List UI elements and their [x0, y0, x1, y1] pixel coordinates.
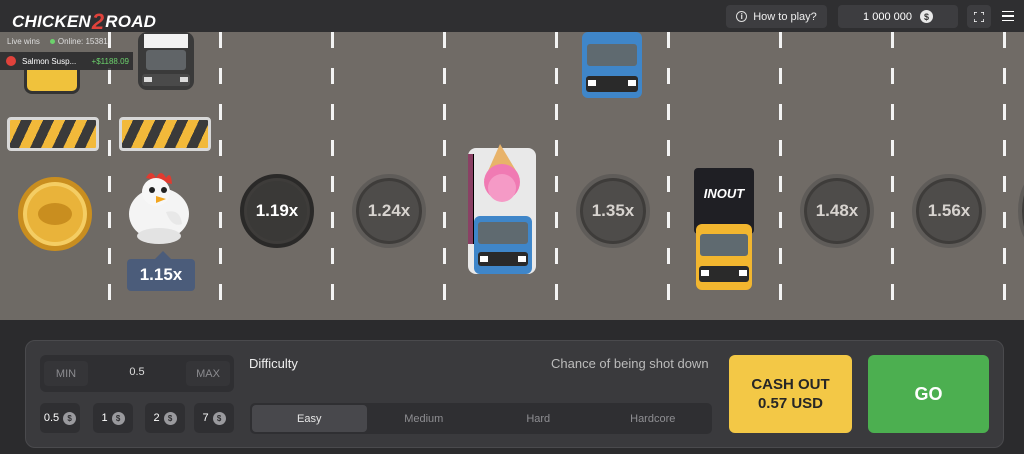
ice-cream-truck-icon [468, 144, 536, 274]
blue-truck-icon [582, 32, 642, 98]
lane-divider [443, 32, 446, 320]
quick-bet-button[interactable]: 7 $ [194, 403, 234, 433]
lane-divider [331, 32, 334, 320]
menu-icon-line [1002, 15, 1014, 17]
info-icon: i [736, 11, 748, 22]
fullscreen-icon [974, 11, 984, 22]
live-win-entry: Salmon Susp... +$1188.09 [0, 52, 133, 70]
live-wins-label: Live wins [7, 36, 40, 46]
menu-icon-line [1002, 10, 1014, 13]
difficulty-selector: Easy Medium Hard Hardcore [250, 403, 712, 434]
lane-divider [779, 32, 782, 320]
winner-name: Salmon Susp... [22, 56, 77, 66]
delivery-truck-icon: INOUT [694, 168, 754, 290]
game-logo: CHICKEN2ROAD [12, 9, 157, 34]
lane-divider [891, 32, 894, 320]
quick-bet-button[interactable]: 2 $ [145, 403, 185, 433]
road-barrier [119, 117, 211, 151]
dollar-coin-icon: $ [212, 411, 226, 425]
bet-amount-field[interactable]: MIN 0.5 MAX [40, 355, 234, 392]
menu-button[interactable] [999, 7, 1017, 25]
dollar-coin-icon: $ [919, 10, 933, 23]
cash-out-amount: 0.57 USD [757, 395, 824, 412]
online-dot-icon [49, 38, 55, 44]
dollar-coin-icon: $ [63, 411, 77, 425]
lane-divider [555, 32, 558, 320]
cash-out-button[interactable]: CASH OUT 0.57 USD [729, 355, 852, 433]
roast-chicken-icon [38, 203, 72, 225]
fullscreen-button[interactable] [967, 5, 991, 28]
quick-bet-button[interactable]: 0.5 $ [40, 403, 80, 433]
avatar [6, 56, 16, 66]
multiplier-lane-1[interactable]: 1.19x [240, 174, 314, 248]
multiplier-lane-4[interactable]: 1.35x [576, 174, 650, 248]
how-to-play-button[interactable]: i How to play? [726, 5, 827, 28]
difficulty-label: Difficulty [249, 356, 298, 371]
chicken-icon [129, 173, 189, 244]
multiplier-lane-6[interactable]: 1.48x [800, 174, 874, 248]
road-barrier [7, 117, 99, 151]
difficulty-easy-tab[interactable]: Easy [252, 405, 367, 432]
difficulty-hard-tab[interactable]: Hard [481, 405, 596, 432]
go-button[interactable]: GO [868, 355, 989, 433]
multiplier-lane-7[interactable]: 1.56x [912, 174, 986, 248]
how-to-play-label: How to play? [753, 10, 817, 23]
online-count: Online: 15381 [49, 37, 108, 46]
car-icon [24, 70, 80, 94]
multiplier-lane-2[interactable]: 1.24x [352, 174, 426, 248]
police-car-icon [138, 32, 194, 90]
start-coin-icon [18, 177, 92, 251]
lane-divider [219, 32, 222, 320]
live-wins-bar: Live wins Online: 15381 [0, 34, 132, 48]
quick-bet-button[interactable]: 1 $ [93, 403, 133, 433]
difficulty-medium-tab[interactable]: Medium [367, 405, 482, 432]
dollar-coin-icon: $ [163, 411, 177, 425]
lane-divider [108, 32, 111, 320]
balance-amount: 1 000 000 [863, 10, 912, 23]
difficulty-hardcore-tab[interactable]: Hardcore [596, 405, 711, 432]
balance-display: 1 000 000 $ [838, 5, 958, 28]
winner-amount: +$1188.09 [91, 56, 129, 66]
menu-icon-line [1002, 19, 1014, 22]
lane-divider [1003, 32, 1006, 320]
chance-label: Chance of being shot down [551, 356, 709, 371]
current-multiplier-badge: 1.15x [127, 251, 195, 291]
truck-brand: INOUT [704, 186, 746, 201]
top-bar: CHICKEN2ROAD i How to play? 1 000 000 $ [0, 0, 1024, 34]
cash-out-label: CASH OUT [751, 376, 830, 393]
max-bet-button[interactable]: MAX [186, 361, 230, 386]
dollar-coin-icon: $ [111, 411, 125, 425]
lane-divider [667, 32, 670, 320]
